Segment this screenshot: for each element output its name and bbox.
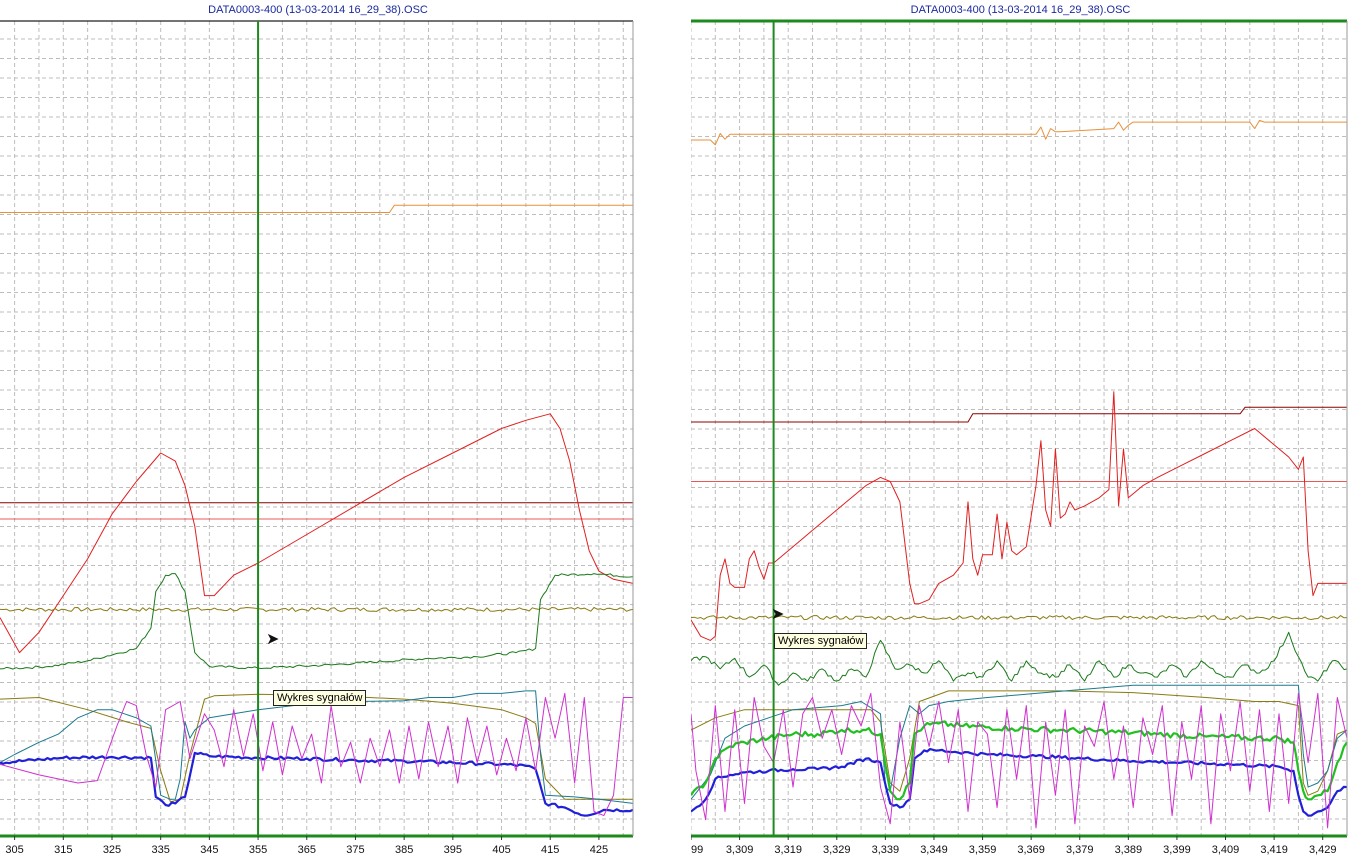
x-tick-label: 425 — [590, 844, 608, 856]
mouse-pointer-icon: ➤ — [771, 606, 785, 623]
x-tick-label: 3,389 — [1115, 844, 1143, 856]
signal-series-green — [0, 573, 634, 670]
x-tick-label: 395 — [444, 844, 462, 856]
x-tick-label: 3,419 — [1260, 844, 1288, 856]
x-tick-label: 365 — [298, 844, 316, 856]
x-tick-label: 405 — [492, 844, 510, 856]
signal-series-olive — [0, 606, 634, 612]
x-tick-label: 375 — [346, 844, 364, 856]
signal-chart-right[interactable]: 99 3,309 3,319 3,329 3,339 3,349 3,359 3,369 3,3… — [691, 0, 1350, 861]
x-tick-label: 3,309 — [726, 844, 754, 856]
x-tick-label: 3,409 — [1212, 844, 1240, 856]
tooltip: Wykres sygnałów — [774, 633, 868, 649]
x-tick-label: 355 — [249, 844, 267, 856]
signal-series-red — [0, 413, 634, 654]
plot-panel-left[interactable]: DATA0003-400 (13-03-2014 16_29_38).OSC 3… — [0, 0, 636, 861]
x-tick-label: 3,369 — [1017, 844, 1045, 856]
x-tick-label: 99 — [691, 844, 703, 856]
x-tick-label: 3,359 — [969, 844, 997, 856]
x-tick-label: 3,349 — [920, 844, 948, 856]
x-tick-label: 3,379 — [1066, 844, 1094, 856]
plot-panel-right[interactable]: DATA0003-400 (13-03-2014 16_29_38).OSC 9… — [691, 0, 1350, 861]
panel-separator — [636, 0, 691, 861]
x-tick-label: 415 — [541, 844, 559, 856]
signal-series-orange — [0, 204, 633, 213]
x-tick-label: 325 — [103, 844, 121, 856]
x-tick-label: 3,399 — [1163, 844, 1191, 856]
signal-chart-left[interactable]: 305 315 325 335 345 355 365 375 385 395 405 415 425 — [0, 0, 636, 861]
x-tick-label: 3,319 — [774, 844, 802, 856]
x-tick-label: 335 — [152, 844, 170, 856]
signal-series-teal — [0, 690, 634, 804]
x-tick-label: 345 — [200, 844, 218, 856]
mouse-pointer-icon: ➤ — [266, 631, 280, 648]
signal-series-orange — [691, 119, 1347, 146]
x-tick-label: 385 — [395, 844, 413, 856]
signal-series-magenta — [691, 692, 1348, 829]
tooltip: Wykres sygnałów — [273, 690, 367, 706]
x-tick-label: 3,339 — [872, 844, 900, 856]
x-tick-label: 305 — [5, 844, 23, 856]
signal-series-olive — [691, 615, 1348, 621]
x-tick-label: 315 — [54, 844, 72, 856]
x-tick-label: 3,429 — [1309, 844, 1337, 856]
x-tick-label: 3,329 — [823, 844, 851, 856]
signal-series-blue — [0, 751, 634, 817]
